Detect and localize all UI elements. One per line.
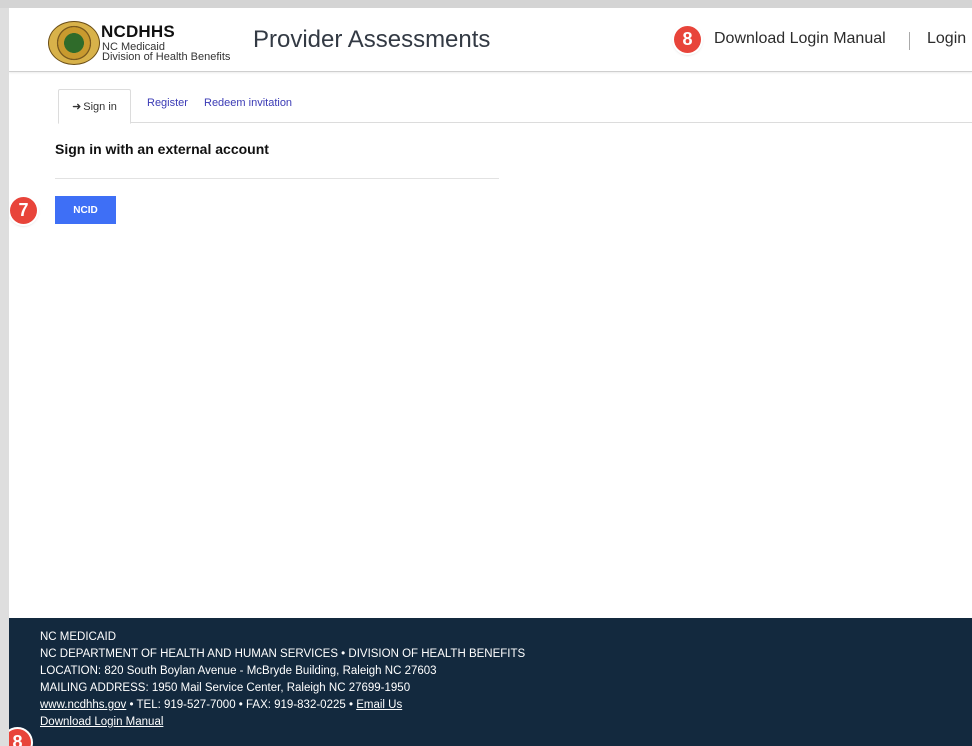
callout-badge-ncid: 7	[10, 197, 37, 224]
auth-tabs: ➜ Sign in Register Redeem invitation	[58, 89, 972, 124]
tab-register[interactable]: Register	[147, 89, 188, 121]
seal-logo-icon[interactable]	[48, 21, 100, 65]
site-title[interactable]: Provider Assessments	[253, 26, 490, 54]
site-footer: NC MEDICAID NC DEPARTMENT OF HEALTH AND …	[9, 618, 972, 746]
brand-subtitle-division: Division of Health Benefits	[102, 51, 231, 63]
ncid-button[interactable]: NCID	[55, 196, 116, 224]
tab-sign-in[interactable]: ➜ Sign in	[58, 89, 131, 124]
callout-badge-footer: 8	[9, 729, 31, 746]
footer-website-link[interactable]: www.ncdhhs.gov	[40, 699, 126, 711]
footer-contact-line: www.ncdhhs.gov • TEL: 919-527-7000 • FAX…	[40, 699, 402, 711]
download-login-manual-link[interactable]: Download Login Manual	[714, 30, 886, 48]
footer-mailing-address: MAILING ADDRESS: 1950 Mail Service Cente…	[40, 682, 411, 694]
callout-badge-header: 8	[674, 26, 701, 53]
footer-download-row: Download Login Manual	[40, 716, 163, 728]
browser-top-shadow	[0, 0, 972, 8]
site-header: NCDHHS NC Medicaid Division of Health Be…	[9, 8, 972, 72]
footer-email-link[interactable]: Email Us	[356, 699, 402, 711]
footer-phone-fax: • TEL: 919-527-7000 • FAX: 919-832-0225 …	[126, 699, 357, 711]
footer-department: NC DEPARTMENT OF HEALTH AND HUMAN SERVIC…	[40, 648, 526, 660]
sign-in-icon: ➜	[72, 101, 82, 113]
tab-sign-in-label: Sign in	[83, 101, 117, 113]
footer-download-login-manual-link[interactable]: Download Login Manual	[40, 716, 163, 728]
nav-divider	[909, 32, 910, 50]
footer-location: LOCATION: 820 South Boylan Avenue - McBr…	[40, 665, 437, 677]
page: NCDHHS NC Medicaid Division of Health Be…	[9, 8, 972, 746]
footer-org-name: NC MEDICAID	[40, 631, 117, 643]
brand-name[interactable]: NCDHHS	[101, 22, 175, 42]
login-link[interactable]: Login	[927, 30, 966, 48]
external-signin-heading: Sign in with an external account	[55, 141, 269, 157]
tab-redeem-invitation[interactable]: Redeem invitation	[204, 89, 292, 121]
section-divider	[55, 178, 499, 179]
